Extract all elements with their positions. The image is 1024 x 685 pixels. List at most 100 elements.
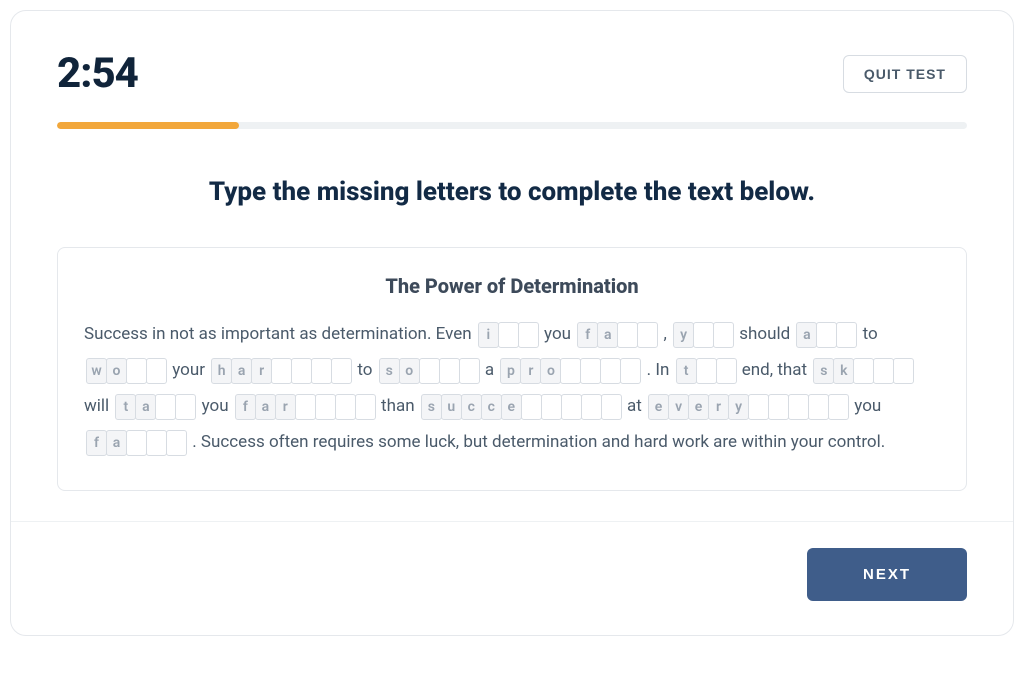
letter-cell[interactable] <box>768 394 789 420</box>
word-input[interactable]: sk <box>813 358 913 384</box>
letter-cell[interactable] <box>498 322 519 348</box>
letter-cell[interactable] <box>311 358 332 384</box>
letter-cell[interactable]: h <box>211 358 232 384</box>
letter-cell[interactable]: o <box>399 358 420 384</box>
letter-cell[interactable] <box>816 322 837 348</box>
letter-cell[interactable]: c <box>481 394 502 420</box>
letter-cell[interactable] <box>696 358 717 384</box>
letter-cell[interactable]: t <box>115 394 136 420</box>
letter-cell[interactable]: a <box>106 430 127 456</box>
letter-cell[interactable]: f <box>577 322 598 348</box>
progress-bar <box>57 122 967 129</box>
letter-cell[interactable] <box>716 358 737 384</box>
letter-cell[interactable]: w <box>86 358 107 384</box>
letter-cell[interactable]: a <box>135 394 156 420</box>
letter-cell[interactable]: e <box>648 394 669 420</box>
letter-cell[interactable] <box>541 394 562 420</box>
word-input[interactable]: far <box>235 394 375 420</box>
word-input[interactable]: pro <box>500 358 640 384</box>
letter-cell[interactable]: f <box>86 430 107 456</box>
letter-cell[interactable] <box>175 394 196 420</box>
letter-cell[interactable] <box>620 358 641 384</box>
word-input[interactable]: fa <box>86 430 186 456</box>
letter-cell[interactable] <box>788 394 809 420</box>
letter-cell[interactable]: e <box>501 394 522 420</box>
letter-cell[interactable] <box>893 358 914 384</box>
letter-cell[interactable]: a <box>255 394 276 420</box>
letter-cell[interactable]: y <box>673 322 694 348</box>
letter-cell[interactable]: f <box>235 394 256 420</box>
letter-cell[interactable] <box>291 358 312 384</box>
letter-cell[interactable]: i <box>478 322 499 348</box>
letter-cell[interactable]: a <box>597 322 618 348</box>
word-input[interactable]: y <box>673 322 733 348</box>
letter-cell[interactable]: o <box>540 358 561 384</box>
word-input[interactable]: har <box>211 358 351 384</box>
letter-cell[interactable] <box>601 394 622 420</box>
letter-cell[interactable]: r <box>251 358 272 384</box>
letter-cell[interactable] <box>518 322 539 348</box>
letter-cell[interactable]: y <box>728 394 749 420</box>
letter-cell[interactable]: r <box>708 394 729 420</box>
letter-cell[interactable]: t <box>676 358 697 384</box>
letter-cell[interactable]: o <box>106 358 127 384</box>
letter-cell[interactable]: r <box>275 394 296 420</box>
word-input[interactable]: succe <box>421 394 621 420</box>
letter-cell[interactable] <box>836 322 857 348</box>
letter-cell[interactable]: p <box>500 358 521 384</box>
passage-text: Success in not as important as determina… <box>84 324 476 344</box>
word-input[interactable]: a <box>796 322 856 348</box>
letter-hint: r <box>528 353 533 389</box>
letter-cell[interactable] <box>155 394 176 420</box>
letter-cell[interactable] <box>617 322 638 348</box>
word-input[interactable]: so <box>379 358 479 384</box>
letter-cell[interactable]: e <box>688 394 709 420</box>
letter-cell[interactable] <box>355 394 376 420</box>
letter-cell[interactable] <box>693 322 714 348</box>
letter-cell[interactable] <box>828 394 849 420</box>
letter-cell[interactable] <box>521 394 542 420</box>
word-input[interactable]: t <box>676 358 736 384</box>
letter-cell[interactable] <box>581 394 602 420</box>
letter-cell[interactable] <box>808 394 829 420</box>
letter-cell[interactable] <box>295 394 316 420</box>
letter-cell[interactable] <box>580 358 601 384</box>
letter-cell[interactable]: u <box>441 394 462 420</box>
letter-cell[interactable]: s <box>379 358 400 384</box>
letter-cell[interactable] <box>748 394 769 420</box>
letter-cell[interactable]: k <box>833 358 854 384</box>
letter-cell[interactable] <box>419 358 440 384</box>
letter-cell[interactable] <box>439 358 460 384</box>
letter-cell[interactable] <box>126 430 147 456</box>
letter-cell[interactable] <box>637 322 658 348</box>
letter-cell[interactable] <box>853 358 874 384</box>
letter-cell[interactable] <box>459 358 480 384</box>
word-input[interactable]: wo <box>86 358 166 384</box>
word-input[interactable]: ta <box>115 394 195 420</box>
letter-cell[interactable] <box>126 358 147 384</box>
letter-cell[interactable]: r <box>520 358 541 384</box>
letter-cell[interactable] <box>271 358 292 384</box>
letter-cell[interactable] <box>331 358 352 384</box>
letter-cell[interactable] <box>315 394 336 420</box>
next-button[interactable]: NEXT <box>807 548 967 601</box>
letter-cell[interactable]: v <box>668 394 689 420</box>
letter-cell[interactable]: s <box>421 394 442 420</box>
letter-cell[interactable]: a <box>231 358 252 384</box>
letter-cell[interactable] <box>561 394 582 420</box>
letter-cell[interactable] <box>560 358 581 384</box>
quit-button[interactable]: QUIT TEST <box>843 55 967 93</box>
letter-cell[interactable] <box>873 358 894 384</box>
letter-cell[interactable]: a <box>796 322 817 348</box>
word-input[interactable]: i <box>478 322 538 348</box>
letter-cell[interactable] <box>166 430 187 456</box>
letter-cell[interactable]: s <box>813 358 834 384</box>
word-input[interactable]: fa <box>577 322 657 348</box>
letter-cell[interactable] <box>335 394 356 420</box>
letter-cell[interactable]: c <box>461 394 482 420</box>
letter-cell[interactable] <box>713 322 734 348</box>
letter-cell[interactable] <box>146 358 167 384</box>
letter-cell[interactable] <box>600 358 621 384</box>
letter-cell[interactable] <box>146 430 167 456</box>
word-input[interactable]: every <box>648 394 848 420</box>
